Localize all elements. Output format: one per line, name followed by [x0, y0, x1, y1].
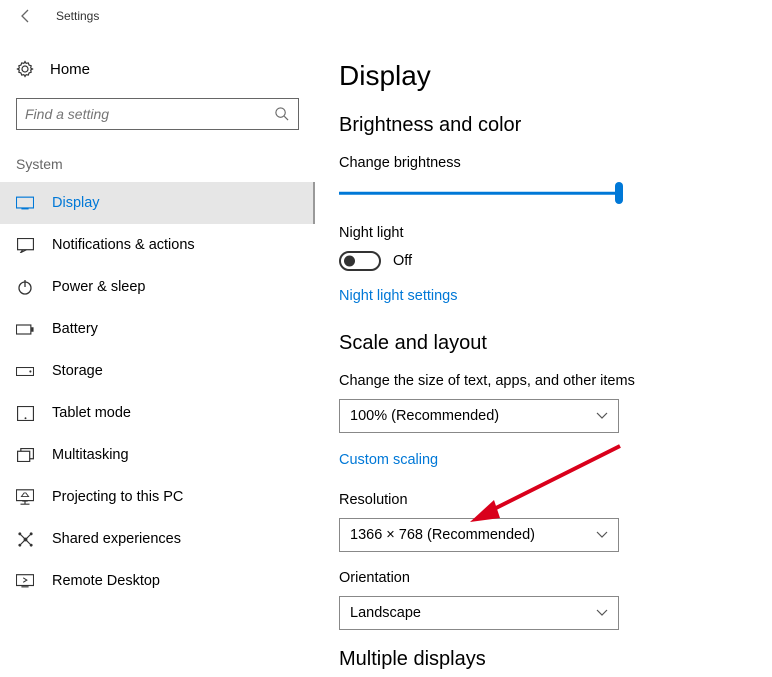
sidebar-item-tablet[interactable]: Tablet mode — [0, 392, 315, 434]
section-scale-title: Scale and layout — [339, 332, 752, 355]
search-input-container[interactable] — [16, 98, 299, 130]
sidebar-item-power[interactable]: Power & sleep — [0, 266, 315, 308]
section-label: System — [0, 148, 315, 182]
search-input[interactable] — [25, 106, 274, 122]
slider-thumb[interactable] — [615, 182, 623, 204]
back-button[interactable] — [16, 6, 36, 26]
section-brightness-title: Brightness and color — [339, 114, 752, 137]
sidebar-item-label: Shared experiences — [52, 531, 181, 547]
sidebar-item-remote[interactable]: Remote Desktop — [0, 560, 315, 602]
night-light-state: Off — [393, 253, 412, 269]
home-nav-item[interactable]: Home — [0, 52, 315, 86]
sidebar-item-display[interactable]: Display — [0, 182, 315, 224]
orientation-value: Landscape — [350, 605, 421, 621]
brightness-slider[interactable] — [339, 181, 619, 205]
sidebar-item-label: Storage — [52, 363, 103, 379]
home-label: Home — [50, 61, 90, 78]
custom-scaling-link[interactable]: Custom scaling — [339, 452, 438, 468]
sidebar-item-label: Multitasking — [52, 447, 129, 463]
text-size-label: Change the size of text, apps, and other… — [339, 373, 752, 389]
page-title: Display — [339, 60, 752, 92]
window-title: Settings — [56, 9, 99, 23]
toggle-knob — [344, 256, 355, 267]
chevron-down-icon — [596, 412, 608, 420]
sidebar-item-label: Display — [52, 195, 100, 211]
night-light-toggle[interactable] — [339, 251, 381, 271]
sidebar-item-label: Remote Desktop — [52, 573, 160, 589]
sidebar-item-notifications[interactable]: Notifications & actions — [0, 224, 315, 266]
orientation-select[interactable]: Landscape — [339, 596, 619, 630]
night-light-settings-link[interactable]: Night light settings — [339, 288, 457, 304]
projecting-icon — [16, 488, 34, 506]
night-light-label: Night light — [339, 225, 752, 241]
sidebar-item-label: Projecting to this PC — [52, 489, 183, 505]
sidebar: Home System Display Notifications & acti… — [0, 32, 315, 677]
sidebar-item-battery[interactable]: Battery — [0, 308, 315, 350]
resolution-label: Resolution — [339, 492, 752, 508]
main-content: Display Brightness and color Change brig… — [315, 32, 772, 677]
resolution-value: 1366 × 768 (Recommended) — [350, 527, 535, 543]
sidebar-item-storage[interactable]: Storage — [0, 350, 315, 392]
shared-icon — [16, 530, 34, 548]
storage-icon — [16, 362, 34, 380]
remote-icon — [16, 572, 34, 590]
sidebar-item-label: Power & sleep — [52, 279, 146, 295]
sidebar-item-label: Notifications & actions — [52, 237, 195, 253]
notification-icon — [16, 236, 34, 254]
sidebar-item-shared[interactable]: Shared experiences — [0, 518, 315, 560]
sidebar-item-projecting[interactable]: Projecting to this PC — [0, 476, 315, 518]
chevron-down-icon — [596, 609, 608, 617]
brightness-slider-label: Change brightness — [339, 155, 752, 171]
power-icon — [16, 278, 34, 296]
battery-icon — [16, 320, 34, 338]
resolution-select[interactable]: 1366 × 768 (Recommended) — [339, 518, 619, 552]
section-multiple-displays-title: Multiple displays — [339, 648, 752, 671]
slider-track — [339, 192, 619, 195]
chevron-down-icon — [596, 531, 608, 539]
text-size-value: 100% (Recommended) — [350, 408, 499, 424]
monitor-icon — [16, 194, 34, 212]
titlebar: Settings — [0, 0, 772, 32]
tablet-icon — [16, 404, 34, 422]
sidebar-item-label: Tablet mode — [52, 405, 131, 421]
orientation-label: Orientation — [339, 570, 752, 586]
multitasking-icon — [16, 446, 34, 464]
text-size-select[interactable]: 100% (Recommended) — [339, 399, 619, 433]
gear-icon — [16, 60, 34, 78]
sidebar-item-label: Battery — [52, 321, 98, 337]
search-icon — [274, 106, 290, 122]
sidebar-item-multitasking[interactable]: Multitasking — [0, 434, 315, 476]
